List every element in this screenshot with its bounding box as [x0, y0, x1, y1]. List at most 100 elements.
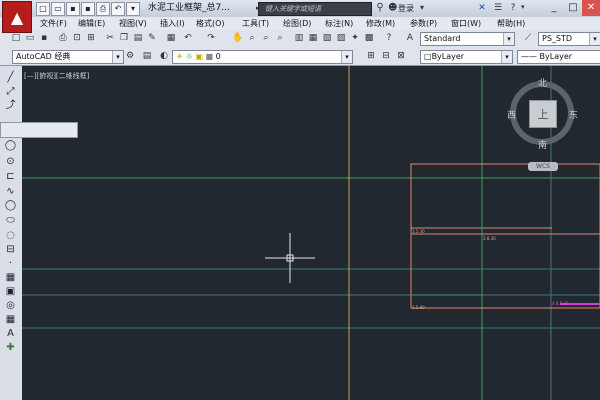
table-icon[interactable]: ▦	[4, 314, 17, 326]
publish-icon[interactable]: ⊞	[85, 32, 97, 44]
menu-help[interactable]: 帮助(H)	[497, 17, 525, 30]
make-current-layer-icon[interactable]: ⊞	[365, 50, 377, 62]
layer-select[interactable]: ☀ ☼ ▣ ■ 0 ▾	[172, 50, 353, 64]
match-properties-icon[interactable]: ✎	[146, 32, 158, 44]
copy-icon[interactable]: ❐	[118, 32, 130, 44]
open-icon[interactable]: ▭	[24, 32, 36, 44]
maximize-button[interactable]: □	[564, 0, 582, 16]
polygon-icon[interactable]: ◯	[4, 140, 17, 152]
quickcalc-icon[interactable]: ▩	[363, 32, 375, 44]
point-icon[interactable]: ·	[4, 258, 17, 270]
new-icon[interactable]: □	[10, 32, 22, 44]
help-icon-2[interactable]: ?	[383, 32, 395, 44]
save-icon-2[interactable]: ▪	[38, 32, 50, 44]
close-button[interactable]: ✕	[582, 0, 600, 16]
layer-previous-icon[interactable]: ⊟	[380, 50, 392, 62]
rectangle-icon[interactable]: ⊙	[4, 156, 17, 168]
save-icon[interactable]: ▪	[66, 2, 80, 16]
region-icon[interactable]: ◎	[4, 300, 17, 312]
layer-state-icon[interactable]: ⊠	[395, 50, 407, 62]
exchange-icon[interactable]: ✕	[476, 2, 488, 14]
markup-icon[interactable]: ✦	[349, 32, 361, 44]
help-dropdown-icon[interactable]: ▾	[521, 3, 525, 11]
plot-preview-icon[interactable]: ⊡	[71, 32, 83, 44]
circle-icon[interactable]: ∿	[4, 186, 17, 198]
pan-icon[interactable]: ✋	[232, 32, 244, 44]
help-icon[interactable]: ?	[507, 2, 519, 14]
hatch-icon[interactable]: ▦	[4, 272, 17, 284]
gradient-icon[interactable]: ▣	[4, 286, 17, 298]
menu-draw[interactable]: 绘图(D)	[283, 17, 311, 30]
linetype-select[interactable]: —— ByLayer	[517, 50, 600, 64]
plot-icon[interactable]: ⎙	[57, 32, 69, 44]
dim-style-icon[interactable]: ⟋	[522, 32, 534, 44]
viewport-controls-label[interactable]: [—][俯视][二维线框]	[24, 71, 89, 81]
design-center-icon[interactable]: ▦	[307, 32, 319, 44]
menu-window[interactable]: 窗口(W)	[451, 17, 481, 30]
menu-dimension[interactable]: 标注(N)	[325, 17, 353, 30]
search-input[interactable]: 键入关键字或短语	[258, 2, 372, 16]
cut-icon[interactable]: ✂	[104, 32, 116, 44]
compass-west[interactable]: 西	[507, 108, 516, 121]
revision-cloud-icon[interactable]: ◯	[4, 200, 17, 212]
compass-south[interactable]: 南	[538, 138, 547, 151]
layer-manager-icon[interactable]: ▤	[141, 50, 153, 62]
zoom-window-icon[interactable]: ⌕	[260, 32, 272, 44]
chevron-down-icon[interactable]: ▾	[503, 33, 514, 45]
undo-icon[interactable]: ↶	[111, 2, 125, 16]
login-link[interactable]: 登录	[398, 2, 414, 15]
wcs-menu-button[interactable]: WCS	[528, 162, 558, 171]
open-file-icon[interactable]: ▭	[51, 2, 65, 16]
redo-icon-2[interactable]: ↷	[205, 32, 217, 44]
chevron-down-icon[interactable]: ▾	[501, 51, 512, 63]
polyline-icon[interactable]: ⤴	[4, 100, 17, 112]
save-as-icon[interactable]: ▪	[81, 2, 95, 16]
menu-insert[interactable]: 插入(I)	[160, 17, 185, 30]
user-icon[interactable]: ☻	[388, 2, 397, 14]
compass-east[interactable]: 东	[569, 108, 578, 121]
chevron-down-icon[interactable]: ▾	[112, 51, 123, 63]
communication-icon[interactable]: ☰	[492, 2, 504, 14]
viewcube-top-face[interactable]: 上	[529, 100, 557, 128]
workspace-settings-icon[interactable]: ⚙	[124, 50, 136, 62]
zoom-previous-icon[interactable]: ⌕	[274, 32, 286, 44]
insert-block-icon[interactable]: ⊟	[4, 244, 17, 256]
ellipse-icon[interactable]: ◌	[4, 230, 17, 242]
tool-palettes-icon[interactable]: ▧	[321, 32, 333, 44]
menu-modify[interactable]: 修改(M)	[366, 17, 395, 30]
block-editor-icon[interactable]: ▦	[165, 32, 177, 44]
chevron-down-icon[interactable]: ▾	[341, 51, 352, 63]
compass-north[interactable]: 北	[538, 76, 547, 89]
print-icon[interactable]: ⎙	[96, 2, 110, 16]
paste-icon[interactable]: ▤	[132, 32, 144, 44]
menu-view[interactable]: 视图(V)	[119, 17, 147, 30]
menu-file[interactable]: 文件(F)	[40, 17, 67, 30]
menu-parameter[interactable]: 参数(P)	[410, 17, 437, 30]
redo-icon[interactable]: ▾	[126, 2, 140, 16]
sheet-set-icon[interactable]: ▨	[335, 32, 347, 44]
line-icon[interactable]: ╱	[4, 72, 17, 84]
arc-icon[interactable]: ⊏	[4, 171, 17, 183]
multiline-text-icon[interactable]: A	[4, 328, 17, 340]
workspace-select[interactable]: AutoCAD 经典 ▾	[12, 50, 124, 64]
login-dropdown-icon[interactable]: ▾	[420, 3, 424, 12]
binoculars-icon[interactable]: ⚲	[373, 1, 387, 15]
menu-tools[interactable]: 工具(T)	[242, 17, 269, 30]
undo-icon-2[interactable]: ↶	[182, 32, 194, 44]
autocad-logo-icon[interactable]: ▲	[2, 1, 32, 33]
zoom-realtime-icon[interactable]: ⌕	[246, 32, 258, 44]
properties-icon[interactable]: ▥	[293, 32, 305, 44]
text-style-select[interactable]: Standard ▾	[420, 32, 515, 46]
chevron-down-icon[interactable]: ▾	[589, 33, 600, 45]
add-selected-icon[interactable]: ✚	[4, 342, 17, 354]
menu-format[interactable]: 格式(O)	[196, 17, 225, 30]
dim-style-select[interactable]: PS_STD ▾	[538, 32, 600, 46]
spline-icon[interactable]: ⬭	[4, 215, 17, 227]
text-style-icon[interactable]: A	[404, 32, 416, 44]
layer-visibility-icon[interactable]: ◐	[158, 50, 170, 62]
new-file-icon[interactable]: □	[36, 2, 50, 16]
minimize-button[interactable]: _	[545, 0, 563, 16]
color-select[interactable]: □ByLayer ▾	[420, 50, 513, 64]
construction-line-icon[interactable]: ⤢	[4, 86, 17, 98]
menu-edit[interactable]: 编辑(E)	[78, 17, 105, 30]
